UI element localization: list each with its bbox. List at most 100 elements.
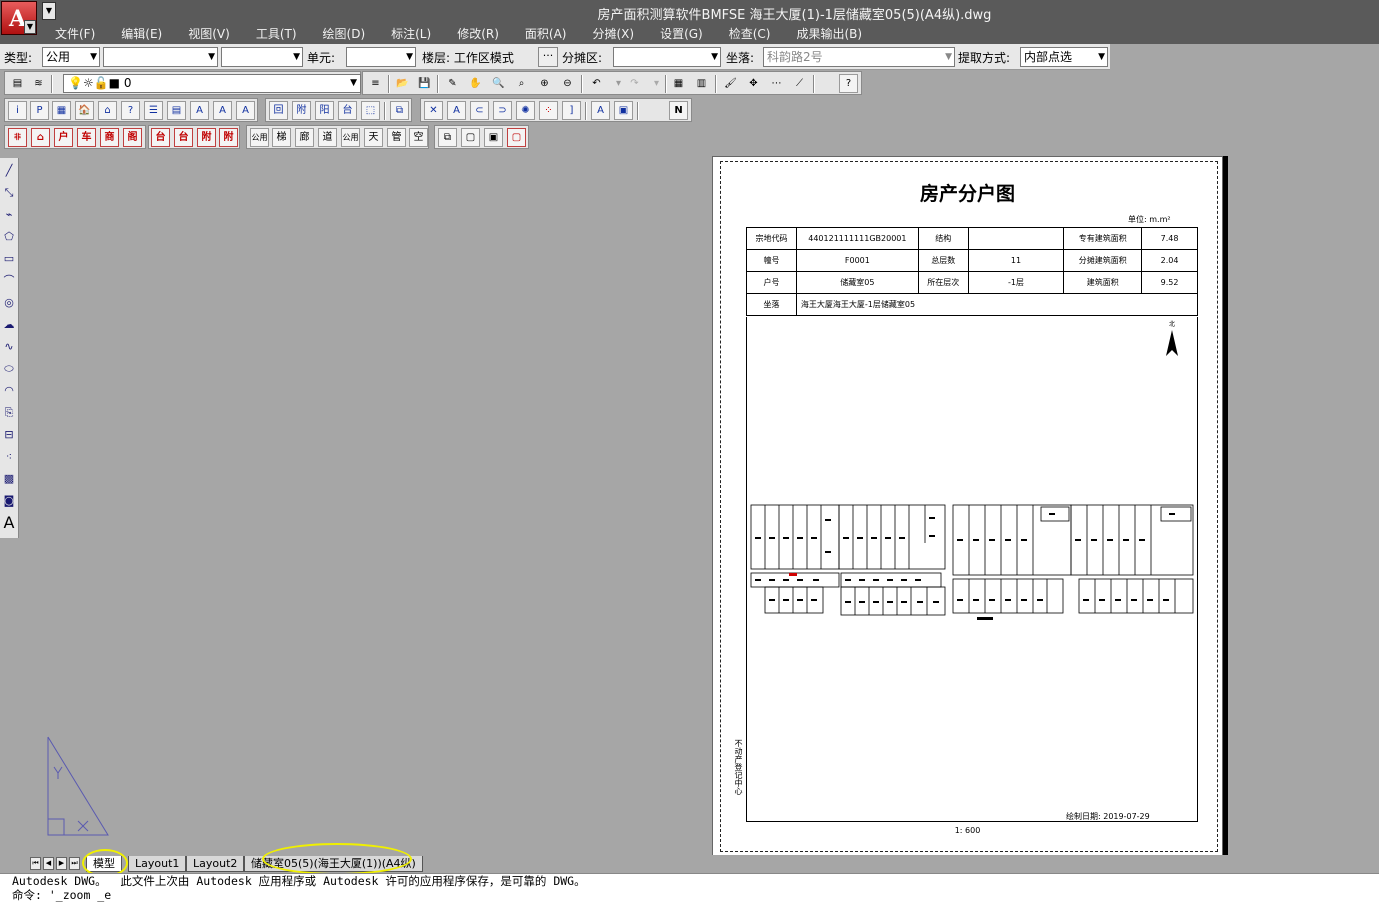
prev-tab-icon[interactable]: ◀ <box>43 857 54 870</box>
rectangle-icon[interactable]: ▭ <box>1 250 17 268</box>
attached-icon[interactable]: 附 <box>197 128 216 147</box>
house-code-icon[interactable]: 🏠 <box>75 101 94 120</box>
ellipse-arc-icon[interactable]: ◠ <box>1 382 17 400</box>
undo-icon[interactable]: ↶ <box>587 74 606 93</box>
polyline-icon[interactable]: ⌁ <box>1 206 17 224</box>
hatch-icon[interactable]: ▩ <box>1 470 17 488</box>
garage-icon[interactable]: 车 <box>77 128 96 147</box>
table-output-icon[interactable]: ▣ <box>614 101 633 120</box>
point-icon[interactable]: ⁖ <box>1 448 17 466</box>
menu-tools[interactable]: 工具(T) <box>243 25 310 43</box>
menu-share[interactable]: 分摊(X) <box>579 25 647 43</box>
bracket-icon[interactable]: ] <box>562 101 581 120</box>
frame-delete-icon[interactable]: ▢ <box>507 128 526 147</box>
match-layer-icon[interactable]: ≡ <box>366 74 385 93</box>
first-tab-icon[interactable]: ⏮ <box>30 857 41 870</box>
share-area-select[interactable]: ▼ <box>613 47 721 67</box>
redo-icon[interactable]: ↷ <box>625 74 644 93</box>
north-arrow-icon[interactable]: N <box>669 101 688 120</box>
save-icon[interactable]: 💾 <box>415 74 434 93</box>
type-select[interactable]: 公用 ▼ <box>42 47 100 67</box>
brush-icon[interactable]: 🖌 <box>721 74 740 93</box>
house-list-icon[interactable]: ☰ <box>144 101 163 120</box>
menu-file[interactable]: 文件(F) <box>42 25 108 43</box>
unit-select[interactable]: ▼ <box>346 47 416 67</box>
trim-line-icon[interactable]: ✕ <box>424 101 443 120</box>
zoom-previous-icon[interactable]: ⊖ <box>558 74 577 93</box>
loft-icon[interactable]: 阁 <box>123 128 142 147</box>
menu-edit[interactable]: 编辑(E) <box>108 25 175 43</box>
open-folder-icon[interactable]: 📂 <box>393 74 412 93</box>
menu-modify[interactable]: 修改(R) <box>444 25 512 43</box>
query-area-icon[interactable]: ? <box>121 101 140 120</box>
corridor-icon[interactable]: 廊 <box>295 128 314 147</box>
measure-distance-icon[interactable]: ⋯ <box>767 74 786 93</box>
address-select[interactable]: 科韵路2号 ▼ <box>763 47 955 67</box>
design-center-icon[interactable]: ▥ <box>692 74 711 93</box>
frame-single-icon[interactable]: ⧉ <box>438 128 457 147</box>
stair-icon[interactable]: 梯 <box>272 128 291 147</box>
tab-layout2[interactable]: Layout2 <box>186 856 245 872</box>
layer-select[interactable]: 💡☼🔓■ 0 ▼ <box>63 74 361 93</box>
layer-state-icon[interactable]: ≋ <box>29 74 48 93</box>
elevator-shaft-icon[interactable]: 管井 <box>387 128 406 147</box>
menu-draw[interactable]: 绘图(D) <box>310 25 379 43</box>
text-style-icon[interactable]: A <box>236 101 255 120</box>
extract-method-select[interactable]: 内部点选 ▼ <box>1020 47 1108 67</box>
layer-properties-icon[interactable]: ▤ <box>8 74 27 93</box>
text-edit-icon[interactable]: A <box>213 101 232 120</box>
menu-check[interactable]: 检查(C) <box>716 25 784 43</box>
balcony-icon[interactable]: 台 <box>151 128 170 147</box>
properties-icon[interactable]: ▦ <box>669 74 688 93</box>
construction-line-icon[interactable]: ⤡ <box>1 184 17 202</box>
text-replace-icon[interactable]: A <box>591 101 610 120</box>
dimension-text-icon[interactable]: A <box>447 101 466 120</box>
tab-layout1[interactable]: Layout1 <box>128 856 187 872</box>
attached-half-icon[interactable]: 附 <box>219 128 238 147</box>
last-tab-icon[interactable]: ⏭ <box>69 857 80 870</box>
extend-left-icon[interactable]: ⊂ <box>470 101 489 120</box>
subcategory-select[interactable]: ▼ <box>221 47 303 67</box>
zoom-window-icon[interactable]: ⌕ <box>512 74 531 93</box>
platform-area-icon[interactable]: 台 <box>338 101 357 120</box>
move-icon[interactable]: ✥ <box>744 74 763 93</box>
pencil-icon[interactable]: ✎ <box>443 74 462 93</box>
polygon-icon[interactable]: ⬠ <box>1 228 17 246</box>
tab-model[interactable]: 模型 <box>86 856 122 872</box>
menu-area[interactable]: 面积(A) <box>512 25 580 43</box>
public-icon[interactable]: 公用 <box>250 128 269 147</box>
unit-household-icon[interactable]: 户 <box>54 128 73 147</box>
help-icon[interactable]: ? <box>839 74 858 93</box>
house-property-icon[interactable]: P <box>30 101 49 120</box>
spline-icon[interactable]: ∿ <box>1 338 17 356</box>
revcloud-icon[interactable]: ☁ <box>1 316 17 334</box>
menu-output[interactable]: 成果输出(B) <box>783 25 875 43</box>
insert-block-icon[interactable]: ⎘ <box>1 404 17 422</box>
house-info-icon[interactable]: i <box>8 101 27 120</box>
menu-dimension[interactable]: 标注(L) <box>378 25 444 43</box>
zoom-extents-icon[interactable]: ⊕ <box>535 74 554 93</box>
frame-outline-icon[interactable]: ▢ <box>461 128 480 147</box>
measure-angle-icon[interactable]: ⟋ <box>790 74 809 93</box>
tab-layout3[interactable]: 储藏室05(5)(海王大厦(1))(A4纵) <box>244 856 423 872</box>
attached-area-icon[interactable]: 附 <box>292 101 311 120</box>
copy-area-icon[interactable]: ⧉ <box>390 101 409 120</box>
space-area-icon[interactable]: ⬚ <box>361 101 380 120</box>
shop-icon[interactable]: 商 <box>100 128 119 147</box>
batch-attribute-icon[interactable]: ▦ <box>52 101 71 120</box>
zoom-realtime-icon[interactable]: 🔍 <box>489 74 508 93</box>
category-select[interactable]: ▼ <box>103 47 218 67</box>
command-line[interactable]: Autodesk DWG。 此文件上次由 Autodesk 应用程序或 Auto… <box>0 873 1379 902</box>
next-tab-icon[interactable]: ▶ <box>56 857 67 870</box>
explode-icon[interactable]: ✺ <box>516 101 535 120</box>
menu-view[interactable]: 视图(V) <box>175 25 243 43</box>
menu-settings[interactable]: 设置(G) <box>647 25 716 43</box>
frame-box-icon[interactable]: ▣ <box>484 128 503 147</box>
house-note-icon[interactable]: ▤ <box>167 101 186 120</box>
pan-hand-icon[interactable]: ✋ <box>466 74 485 93</box>
region-icon[interactable]: ◙ <box>1 492 17 510</box>
non-public-icon[interactable]: 非 <box>8 128 27 147</box>
mtext-icon[interactable]: A <box>1 514 17 532</box>
passage-icon[interactable]: 道 <box>318 128 337 147</box>
empty-space-icon[interactable]: 空 <box>409 128 428 147</box>
